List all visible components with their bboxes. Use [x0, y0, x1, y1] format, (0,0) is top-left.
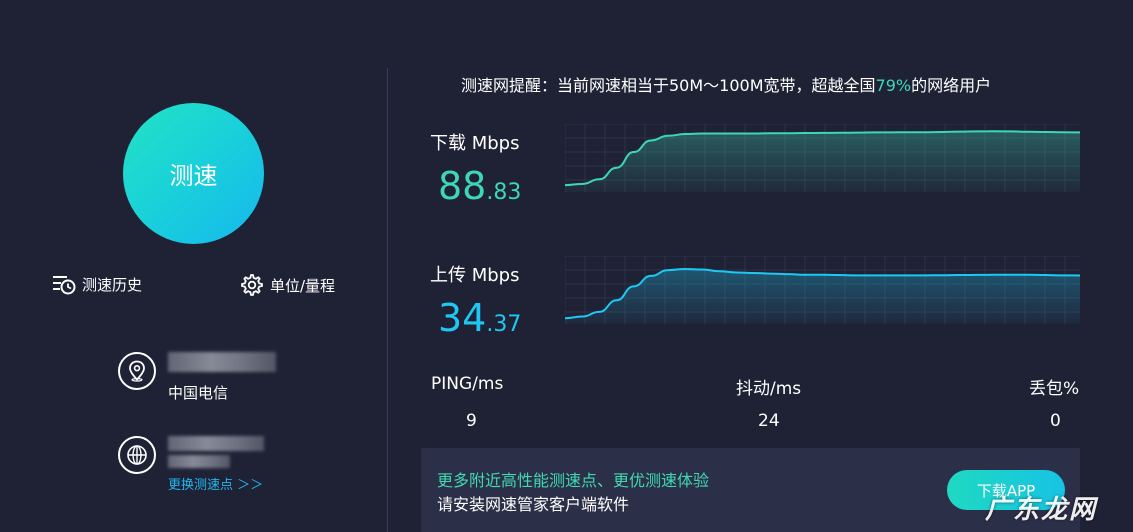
download-label: 下载 Mbps [430, 133, 520, 154]
start-speedtest-label: 测速 [169, 162, 218, 190]
switch-test-node-link[interactable]: 更换测速点 ＞＞ [168, 474, 264, 493]
start-speedtest-button[interactable]: 测速 [123, 103, 264, 244]
notice-percent: 79% [875, 76, 912, 95]
test-node-info: 更换测速点 ＞＞ [118, 436, 264, 493]
upload-speed-graph [565, 256, 1080, 324]
upload-label: 上传 Mbps [430, 265, 520, 286]
node-name-redacted [168, 436, 264, 451]
history-label: 测速历史 [82, 275, 143, 294]
isp-info: 中国电信 [118, 352, 276, 403]
app-promo-banner: 更多附近高性能测速点、更优测速体验 请安装网速管家客户端软件 下载APP [421, 448, 1080, 532]
location-pin-icon [118, 352, 156, 390]
history-button[interactable]: 测速历史 [52, 273, 142, 295]
download-speed-int: 88 [438, 164, 487, 208]
unit-range-button[interactable]: 单位/量程 [240, 273, 335, 297]
speed-notice: 测速网提醒：当前网速相当于50M～100M宽带，超越全国79%的网络用户 [461, 72, 991, 96]
globe-icon [118, 436, 156, 474]
upload-speed-int: 34 [438, 296, 487, 340]
isp-name: 中国电信 [168, 384, 229, 402]
promo-headline: 更多附近高性能测速点、更优测速体验 [437, 471, 710, 490]
download-speed: 88.83 [438, 167, 521, 205]
watermark-logo: 广东龙网 [984, 495, 1097, 525]
notice-suffix: 的网络用户 [911, 76, 992, 95]
jitter-label: 抖动/ms [736, 379, 802, 399]
ping-value: 9 [466, 411, 477, 431]
graph-area [565, 268, 1080, 324]
upload-speed-dec: .37 [486, 312, 522, 337]
unit-range-label: 单位/量程 [270, 276, 336, 295]
node-location-redacted [168, 455, 230, 468]
panel-divider [387, 68, 388, 532]
history-icon [53, 276, 76, 295]
packet-loss-value: 0 [1050, 411, 1061, 431]
speed-test-page: 测速 测速历史 单位/量程 中国电信 更换测速点 ＞＞ 测速网提醒：当前网速相当… [0, 0, 1133, 532]
ip-address-redacted [168, 352, 276, 372]
download-speed-graph [565, 124, 1080, 192]
upload-speed: 34.37 [438, 299, 521, 337]
packet-loss-label: 丢包% [1029, 379, 1080, 399]
notice-prefix: 测速网提醒：当前网速相当于50M～100M宽带，超越全国 [461, 76, 876, 95]
ping-label: PING/ms [431, 374, 504, 394]
gear-icon [241, 274, 263, 296]
promo-subline: 请安装网速管家客户端软件 [437, 495, 630, 514]
graph-area [565, 131, 1080, 192]
download-speed-dec: .83 [486, 180, 522, 205]
jitter-value: 24 [758, 411, 780, 431]
